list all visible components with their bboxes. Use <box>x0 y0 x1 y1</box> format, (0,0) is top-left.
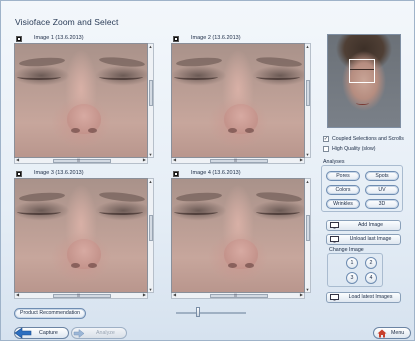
change-image-1-button[interactable]: 1 <box>346 257 358 269</box>
scroll-down-icon[interactable]: ▼ <box>305 152 310 157</box>
home-icon <box>377 329 387 338</box>
zoom-slider-thumb[interactable] <box>196 307 200 317</box>
scroll-thumb[interactable] <box>53 294 111 298</box>
change-image-3-button[interactable]: 3 <box>346 272 358 284</box>
add-image-label: Add Image <box>357 222 384 228</box>
scroll-thumb[interactable] <box>149 80 153 106</box>
scroll-up-icon[interactable]: ▲ <box>305 44 310 49</box>
panel-label: Image 2 (13.6.2013) <box>191 35 241 41</box>
scroll-thumb[interactable] <box>53 159 111 163</box>
face-image[interactable] <box>171 178 305 293</box>
scroll-right-icon[interactable]: ▶ <box>300 157 303 162</box>
horizontal-scrollbar[interactable]: ◀ ||| ▶ <box>14 292 148 299</box>
panel-select-checkbox-icon[interactable] <box>16 171 22 177</box>
scroll-up-icon[interactable]: ▲ <box>148 179 153 184</box>
panel-label: Image 1 (13.6.2013) <box>34 35 84 41</box>
scroll-right-icon[interactable]: ▶ <box>143 292 146 297</box>
face-image[interactable] <box>14 178 148 293</box>
coupled-checkbox[interactable]: ✓ <box>323 136 329 142</box>
face-image[interactable] <box>171 43 305 158</box>
capture-button[interactable]: Capture <box>14 327 69 339</box>
colors-button[interactable]: Colors <box>326 185 360 195</box>
scroll-right-icon[interactable]: ▶ <box>300 292 303 297</box>
add-image-button[interactable]: Add Image <box>326 220 401 231</box>
uv-button[interactable]: UV <box>365 185 399 195</box>
3d-button[interactable]: 3D <box>365 199 399 209</box>
image-panel-1[interactable]: Image 1 (13.6.2013) ▲ ▼ ◀ ||| ▶ <box>14 35 154 171</box>
capture-label: Capture <box>39 330 58 336</box>
scroll-thumb[interactable] <box>306 215 310 241</box>
unload-last-image-button[interactable]: Unload last Image <box>326 234 401 245</box>
scroll-left-icon[interactable]: ◀ <box>173 292 176 297</box>
scroll-left-icon[interactable]: ◀ <box>16 157 19 162</box>
vertical-scrollbar[interactable]: ▲ ▼ <box>305 178 311 293</box>
scroll-thumb[interactable] <box>149 215 153 241</box>
monitor-plus-icon <box>330 222 339 229</box>
scroll-down-icon[interactable]: ▼ <box>305 287 310 292</box>
app-window: Visioface Zoom and Select Image 1 (13.6.… <box>0 0 415 341</box>
scroll-left-icon[interactable]: ◀ <box>16 292 19 297</box>
spots-button[interactable]: Spots <box>365 171 399 181</box>
menu-label: Menu <box>391 330 405 336</box>
grip-icon: ||| <box>77 157 81 162</box>
grip-icon: ||| <box>234 157 238 162</box>
image-panel-2[interactable]: Image 2 (13.6.2013) ▲ ▼ ◀ ||| ▶ <box>171 35 311 171</box>
panel-select-checkbox-icon[interactable] <box>173 36 179 42</box>
pores-button[interactable]: Pores <box>326 171 360 181</box>
panel-label: Image 3 (13.6.2013) <box>34 170 84 176</box>
zoom-slider-track[interactable] <box>176 312 246 314</box>
scroll-thumb[interactable] <box>210 159 268 163</box>
vertical-scrollbar[interactable]: ▲ ▼ <box>305 43 311 158</box>
overview-thumbnail[interactable] <box>327 34 401 128</box>
vertical-scrollbar[interactable]: ▲ ▼ <box>148 178 154 293</box>
scroll-down-icon[interactable]: ▼ <box>148 152 153 157</box>
horizontal-scrollbar[interactable]: ◀ ||| ▶ <box>14 157 148 164</box>
window-title: Visioface Zoom and Select <box>15 17 119 27</box>
zoom-region-box[interactable] <box>349 59 375 83</box>
change-image-2-button[interactable]: 2 <box>365 257 377 269</box>
wrinkles-button[interactable]: Wrinkles <box>326 199 360 209</box>
monitor-minus-icon <box>330 236 339 243</box>
image-panel-3[interactable]: Image 3 (13.6.2013) ▲ ▼ ◀ ||| ▶ <box>14 170 154 306</box>
scroll-right-icon[interactable]: ▶ <box>143 157 146 162</box>
load-latest-images-button[interactable]: Load latest Images <box>326 292 401 303</box>
scroll-thumb[interactable] <box>210 294 268 298</box>
analyze-label: Analyze <box>96 330 115 336</box>
load-latest-images-label: Load latest Images <box>348 294 393 300</box>
scroll-down-icon[interactable]: ▼ <box>148 287 153 292</box>
high-quality-label: High Quality (slow) <box>332 146 376 152</box>
horizontal-scrollbar[interactable]: ◀ ||| ▶ <box>171 157 305 164</box>
menu-button[interactable]: Menu <box>373 327 411 339</box>
scroll-thumb[interactable] <box>306 80 310 106</box>
coupled-label: Coupled Selections and Scrolls <box>332 136 404 142</box>
high-quality-option[interactable]: High Quality (slow) <box>323 146 376 152</box>
arrow-right-icon <box>73 329 85 338</box>
scroll-up-icon[interactable]: ▲ <box>148 44 153 49</box>
horizontal-scrollbar[interactable]: ◀ ||| ▶ <box>171 292 305 299</box>
panel-select-checkbox-icon[interactable] <box>16 36 22 42</box>
change-image-4-button[interactable]: 4 <box>365 272 377 284</box>
scroll-left-icon[interactable]: ◀ <box>173 157 176 162</box>
image-panel-4[interactable]: Image 4 (13.6.2013) ▲ ▼ ◀ ||| ▶ <box>171 170 311 306</box>
product-recommendation-button[interactable]: Product Recommendation <box>14 308 86 319</box>
analyze-button[interactable]: Analyze <box>71 327 127 339</box>
grip-icon: ||| <box>77 292 81 297</box>
coupled-selections-option[interactable]: ✓ Coupled Selections and Scrolls <box>323 136 404 142</box>
unload-last-image-label: Unload last Image <box>349 236 392 242</box>
panel-label: Image 4 (13.6.2013) <box>191 170 241 176</box>
vertical-scrollbar[interactable]: ▲ ▼ <box>148 43 154 158</box>
camera-arrow-icon <box>14 327 32 339</box>
monitor-load-icon <box>330 294 339 301</box>
panel-select-checkbox-icon[interactable] <box>173 171 179 177</box>
scroll-up-icon[interactable]: ▲ <box>305 179 310 184</box>
face-image[interactable] <box>14 43 148 158</box>
high-quality-checkbox[interactable] <box>323 146 329 152</box>
grip-icon: ||| <box>234 292 238 297</box>
